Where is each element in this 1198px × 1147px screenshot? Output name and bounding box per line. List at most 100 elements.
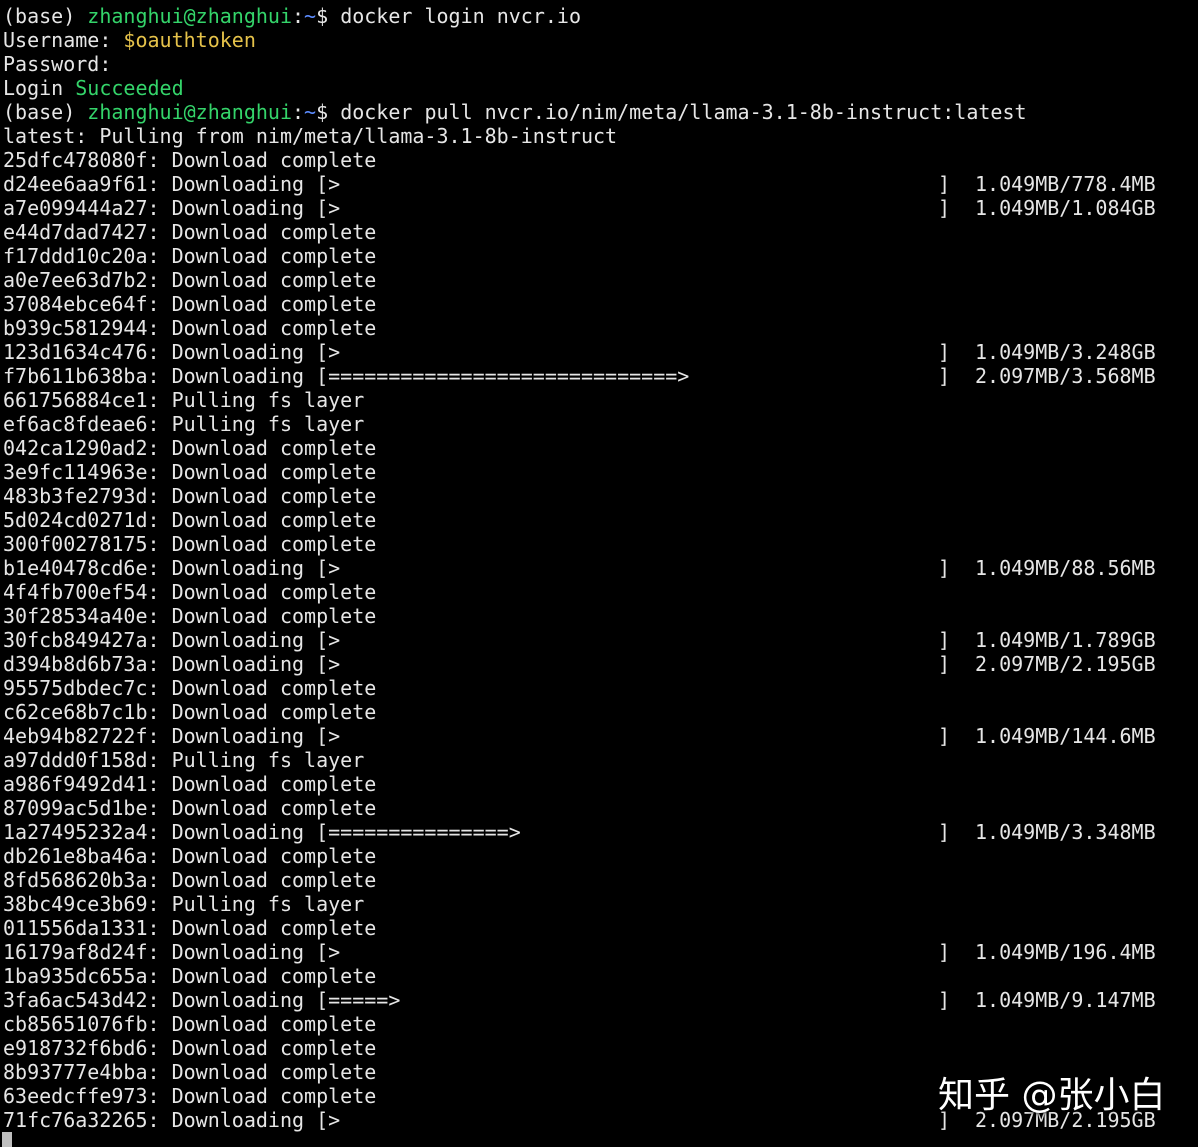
prompt-path: ~ <box>304 100 317 124</box>
layer-status: 483b3fe2793d: Download complete <box>3 484 377 508</box>
layer-status: d24ee6aa9f61: Downloading [> <box>3 172 341 196</box>
login-command: docker login nvcr.io <box>340 4 582 28</box>
layer-line: 123d1634c476: Downloading [>] 1.049MB/3.2… <box>0 340 1198 364</box>
login-result-line: Login Succeeded <box>0 76 1198 100</box>
layer-line: a7e099444a27: Downloading [>] 1.049MB/1.0… <box>0 196 1198 220</box>
layer-line: 4f4fb700ef54: Download complete <box>0 580 1198 604</box>
layer-status: cb85651076fb: Download complete <box>3 1012 377 1036</box>
layer-status: 5d024cd0271d: Download complete <box>3 508 377 532</box>
layer-size: 1.049MB/1.084GB <box>975 196 1156 220</box>
progress-bracket: ] <box>938 724 951 748</box>
layer-line: ef6ac8fdeae6: Pulling fs layer <box>0 412 1198 436</box>
terminal-cursor <box>2 1132 12 1147</box>
layer-status: 4f4fb700ef54: Download complete <box>3 580 377 604</box>
prompt-path: ~ <box>304 4 317 28</box>
layer-line: e918732f6bd6: Download complete <box>0 1036 1198 1060</box>
layer-line: 483b3fe2793d: Download complete <box>0 484 1198 508</box>
layer-line: c62ce68b7c1b: Download complete <box>0 700 1198 724</box>
layer-line: f17ddd10c20a: Download complete <box>0 244 1198 268</box>
layer-status: 4eb94b82722f: Downloading [> <box>3 724 341 748</box>
layer-size: 1.049MB/1.789GB <box>975 628 1156 652</box>
layer-list: 25dfc478080f: Download complete d24ee6aa… <box>0 148 1198 1132</box>
layer-line: 1a27495232a4: Downloading [=============… <box>0 820 1198 844</box>
layer-line: f7b611b638ba: Downloading [=============… <box>0 364 1198 388</box>
layer-size: 1.049MB/144.6MB <box>975 724 1156 748</box>
layer-line: 87099ac5d1be: Download complete <box>0 796 1198 820</box>
layer-line: 1ba935dc655a: Download complete <box>0 964 1198 988</box>
prompt-dollar: $ <box>316 4 341 28</box>
layer-size: 1.049MB/196.4MB <box>975 940 1156 964</box>
progress-bracket: ] <box>938 172 951 196</box>
prompt-env: (base) <box>3 100 88 124</box>
username-value: $oauthtoken <box>123 28 256 52</box>
layer-status: 25dfc478080f: Download complete <box>3 148 377 172</box>
layer-line: 95575dbdec7c: Download complete <box>0 676 1198 700</box>
progress-bracket: ] <box>938 364 951 388</box>
layer-status: f7b611b638ba: Downloading [=============… <box>3 364 690 388</box>
layer-line: d394b8d6b73a: Downloading [>] 2.097MB/2.1… <box>0 652 1198 676</box>
layer-line: a0e7ee63d7b2: Download complete <box>0 268 1198 292</box>
layer-line: 30fcb849427a: Downloading [>] 1.049MB/1.7… <box>0 628 1198 652</box>
username-line: Username: $oauthtoken <box>0 28 1198 52</box>
layer-line: db261e8ba46a: Download complete <box>0 844 1198 868</box>
prompt-line: (base) zhanghui@zhanghui:~$ docker pull … <box>0 100 1198 124</box>
layer-line: a986f9492d41: Download complete <box>0 772 1198 796</box>
layer-line: 3e9fc114963e: Download complete <box>0 460 1198 484</box>
progress-bracket: ] <box>938 340 951 364</box>
layer-status: a986f9492d41: Download complete <box>3 772 377 796</box>
layer-line: e44d7dad7427: Download complete <box>0 220 1198 244</box>
layer-line: 37084ebce64f: Download complete <box>0 292 1198 316</box>
layer-line: b939c5812944: Download complete <box>0 316 1198 340</box>
pull-command: docker pull nvcr.io/nim/meta/llama-3.1-8… <box>340 100 1027 124</box>
layer-status: b939c5812944: Download complete <box>3 316 377 340</box>
username-label: Username: <box>3 28 124 52</box>
progress-bracket: ] <box>938 820 951 844</box>
layer-size: 2.097MB/3.568MB <box>975 364 1156 388</box>
layer-status: 38bc49ce3b69: Pulling fs layer <box>3 892 365 916</box>
layer-status: 8fd568620b3a: Download complete <box>3 868 377 892</box>
layer-line: cb85651076fb: Download complete <box>0 1012 1198 1036</box>
password-label: Password: <box>3 52 112 76</box>
progress-bracket: ] <box>938 628 951 652</box>
password-line: Password: <box>0 52 1198 76</box>
layer-line: 38bc49ce3b69: Pulling fs layer <box>0 892 1198 916</box>
layer-status: 1ba935dc655a: Download complete <box>3 964 377 988</box>
layer-status: 63eedcffe973: Download complete <box>3 1084 377 1108</box>
terminal-window[interactable]: (base) zhanghui@zhanghui:~$ docker login… <box>0 0 1198 1147</box>
layer-line: 300f00278175: Download complete <box>0 532 1198 556</box>
layer-status: 661756884ce1: Pulling fs layer <box>3 388 365 412</box>
layer-size: 2.097MB/2.195GB <box>975 652 1156 676</box>
layer-status: d394b8d6b73a: Downloading [> <box>3 652 341 676</box>
progress-bracket: ] <box>938 652 951 676</box>
layer-status: a0e7ee63d7b2: Download complete <box>3 268 377 292</box>
layer-line: 3fa6ac543d42: Downloading [=====>] 1.049M… <box>0 988 1198 1012</box>
layer-size: 1.049MB/88.56MB <box>975 556 1156 580</box>
pull-header-line: latest: Pulling from nim/meta/llama-3.1-… <box>0 124 1198 148</box>
layer-status: f17ddd10c20a: Download complete <box>3 244 377 268</box>
layer-status: 011556da1331: Download complete <box>3 916 377 940</box>
layer-status: 16179af8d24f: Downloading [> <box>3 940 341 964</box>
layer-status: 87099ac5d1be: Download complete <box>3 796 377 820</box>
zhihu-watermark: 知乎 @张小白 <box>938 1075 1166 1116</box>
prompt-separator: : <box>292 4 305 28</box>
login-status: Succeeded <box>75 76 184 100</box>
layer-status: 95575dbdec7c: Download complete <box>3 676 377 700</box>
layer-status: c62ce68b7c1b: Download complete <box>3 700 377 724</box>
layer-status: 042ca1290ad2: Download complete <box>3 436 377 460</box>
layer-status: e918732f6bd6: Download complete <box>3 1036 377 1060</box>
layer-line: 16179af8d24f: Downloading [>] 1.049MB/196… <box>0 940 1198 964</box>
layer-size: 1.049MB/9.147MB <box>975 988 1156 1012</box>
progress-bracket: ] <box>938 556 951 580</box>
layer-size: 1.049MB/3.348MB <box>975 820 1156 844</box>
login-result-prefix: Login <box>3 76 76 100</box>
prompt-dollar: $ <box>316 100 341 124</box>
layer-status: 3e9fc114963e: Download complete <box>3 460 377 484</box>
layer-line: d24ee6aa9f61: Downloading [>] 1.049MB/778… <box>0 172 1198 196</box>
layer-status: db261e8ba46a: Download complete <box>3 844 377 868</box>
layer-status: 300f00278175: Download complete <box>3 532 377 556</box>
layer-line: 042ca1290ad2: Download complete <box>0 436 1198 460</box>
layer-status: ef6ac8fdeae6: Pulling fs layer <box>3 412 365 436</box>
layer-status: 71fc76a32265: Downloading [> <box>3 1108 341 1132</box>
prompt-user-host: zhanghui@zhanghui <box>87 4 292 28</box>
layer-line: 661756884ce1: Pulling fs layer <box>0 388 1198 412</box>
